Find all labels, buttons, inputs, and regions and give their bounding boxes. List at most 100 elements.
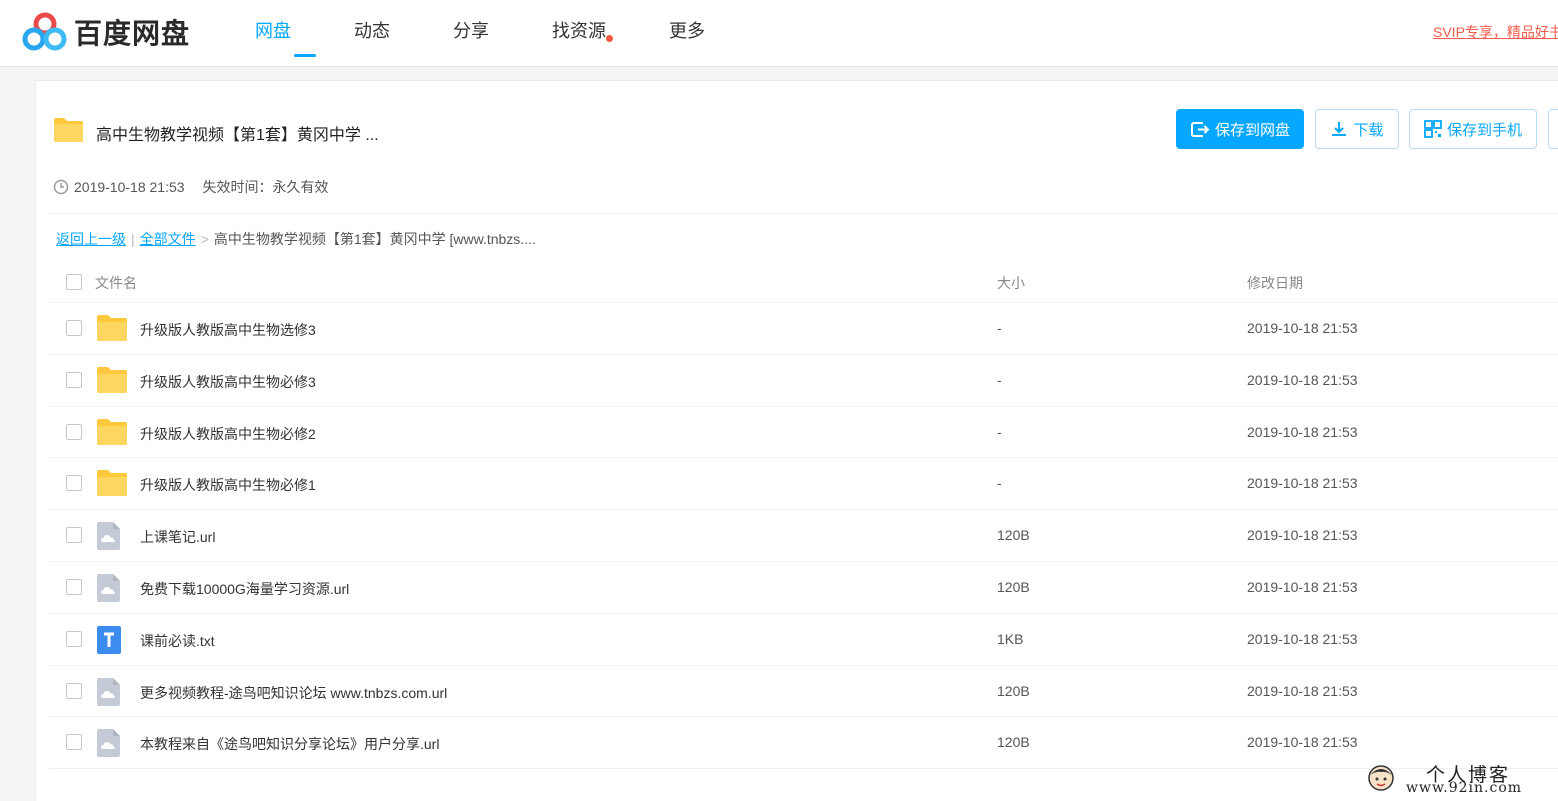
file-size: 120B	[997, 734, 1030, 751]
file-table-header: 文件名 大小 修改日期	[49, 259, 1558, 303]
cloud-logo-icon	[22, 12, 68, 52]
file-name[interactable]: 升级版人教版高中生物必修3	[140, 372, 316, 392]
folder-icon	[96, 366, 128, 396]
file-row[interactable]: 升级版人教版高中生物必修3 - 2019-10-18 21:53	[49, 355, 1558, 407]
download-button[interactable]: 下载	[1315, 109, 1399, 149]
row-checkbox[interactable]	[66, 475, 82, 492]
share-meta: 2019-10-18 21:53 失效时间：永久有效	[53, 177, 329, 197]
save-to-netdisk-button[interactable]: 保存到网盘	[1176, 109, 1304, 149]
url-file-icon	[96, 573, 128, 603]
row-checkbox[interactable]	[66, 578, 82, 595]
file-row[interactable]: 升级版人教版高中生物必修1 - 2019-10-18 21:53	[49, 458, 1558, 511]
all-files-link[interactable]: 全部文件	[140, 229, 196, 249]
divider	[49, 213, 1558, 214]
file-row[interactable]: 升级版人教版高中生物必修2 - 2019-10-18 21:53	[49, 407, 1558, 459]
breadcrumb-current: 高中生物教学视频【第1套】黄冈中学 [www.tnbzs....	[213, 231, 536, 247]
nav-label-text: 找资源	[552, 21, 606, 41]
nav-label: 网盘	[255, 21, 291, 41]
top-header: 百度网盘 网盘 动态 分享 找资源 更多 SVIP专享，精品好书	[0, 0, 1558, 67]
file-name[interactable]: 更多视频教程-途鸟吧知识论坛 www.tnbzs.com.url	[140, 683, 447, 703]
file-row[interactable]: 上课笔记.url 120B 2019-10-18 21:53	[49, 510, 1558, 562]
file-size: -	[997, 371, 1002, 388]
nav-item-share[interactable]: 分享	[453, 0, 552, 67]
file-date: 2019-10-18 21:53	[1247, 371, 1358, 388]
nav-item-activity[interactable]: 动态	[354, 0, 453, 67]
select-all-checkbox[interactable]	[66, 274, 82, 290]
svip-promo-link[interactable]: SVIP专享，精品好书	[1433, 22, 1558, 42]
download-icon	[1330, 120, 1348, 138]
row-checkbox[interactable]	[66, 423, 82, 440]
main-nav: 网盘 动态 分享 找资源 更多	[255, 0, 749, 67]
row-checkbox[interactable]	[66, 630, 82, 647]
file-size: 120B	[997, 682, 1030, 699]
url-file-icon	[96, 521, 128, 551]
nav-item-netdisk[interactable]: 网盘	[255, 0, 354, 67]
file-date: 2019-10-18 21:53	[1247, 320, 1358, 336]
folder-icon	[96, 314, 128, 344]
nav-item-more[interactable]: 更多	[669, 0, 749, 67]
file-date: 2019-10-18 21:53	[1247, 527, 1358, 544]
expire-time: 失效时间：永久有效	[202, 179, 329, 195]
file-name[interactable]: 免费下载10000G海量学习资源.url	[140, 579, 349, 599]
file-name[interactable]: 课前必读.txt	[140, 631, 215, 651]
nav-label: 分享	[453, 21, 489, 41]
folder-icon	[96, 418, 128, 448]
row-checkbox[interactable]	[66, 682, 82, 699]
save-icon	[1190, 120, 1210, 138]
file-date: 2019-10-18 21:53	[1247, 734, 1358, 751]
file-size: -	[997, 475, 1002, 492]
file-size: -	[997, 320, 1002, 336]
breadcrumb-separator: |	[131, 231, 135, 247]
row-checkbox[interactable]	[66, 527, 82, 544]
save-button-label: 保存到网盘	[1214, 121, 1290, 139]
file-row[interactable]: 升级版人教版高中生物选修3 - 2019-10-18 21:53	[49, 303, 1558, 355]
folder-icon	[53, 117, 84, 148]
file-name[interactable]: 升级版人教版高中生物必修2	[140, 424, 316, 444]
url-file-icon	[96, 728, 128, 758]
nav-label: 更多	[669, 21, 705, 41]
more-actions-button[interactable]	[1548, 109, 1558, 149]
column-header-size[interactable]: 大小	[997, 273, 1025, 293]
file-date: 2019-10-18 21:53	[1247, 682, 1358, 699]
watermark-url: www.92in.com	[1406, 780, 1523, 796]
file-date: 2019-10-18 21:53	[1247, 423, 1358, 440]
file-date: 2019-10-18 21:53	[1247, 475, 1358, 492]
qrcode-icon	[1424, 120, 1442, 138]
file-size: 120B	[997, 527, 1030, 544]
file-name[interactable]: 本教程来自《途鸟吧知识分享论坛》用户分享.url	[140, 734, 439, 754]
row-checkbox[interactable]	[66, 320, 82, 336]
file-name[interactable]: 上课笔记.url	[140, 527, 215, 547]
blog-watermark: 个人博客 www.92in.com	[1366, 760, 1546, 798]
file-row[interactable]: 本教程来自《途鸟吧知识分享论坛》用户分享.url 120B 2019-10-18 2…	[49, 717, 1558, 770]
nav-label: 找资源	[552, 21, 613, 42]
file-date: 2019-10-18 21:53	[1247, 630, 1358, 647]
file-name[interactable]: 升级版人教版高中生物选修3	[140, 320, 316, 340]
mascot-face-icon	[1366, 763, 1396, 793]
save-to-phone-label: 保存到手机	[1446, 121, 1522, 139]
file-row[interactable]: 更多视频教程-途鸟吧知识论坛 www.tnbzs.com.url 120B 2019…	[49, 666, 1558, 718]
share-created-time: 2019-10-18 21:53	[74, 179, 185, 195]
file-list: 升级版人教版高中生物选修3-2019-10-18 21:53 升级版人教版高中生物…	[49, 303, 1558, 770]
file-row[interactable]: 课前必读.txt 1KB 2019-10-18 21:53	[49, 614, 1558, 666]
share-header: 高中生物教学视频【第1套】黄冈中学 ...	[53, 117, 379, 148]
column-header-date[interactable]: 修改日期	[1247, 273, 1303, 293]
file-row[interactable]: 免费下载10000G海量学习资源.url 120B 2019-10-18 21:53	[49, 562, 1558, 614]
file-size: 120B	[997, 578, 1030, 595]
file-size: -	[997, 423, 1002, 440]
nav-label: 动态	[354, 21, 390, 41]
breadcrumb: 返回上一级 | 全部文件 > 高中生物教学视频【第1套】黄冈中学 [www.tn…	[56, 229, 536, 249]
back-link[interactable]: 返回上一级	[56, 229, 126, 249]
txt-file-icon	[96, 625, 128, 655]
clock-icon	[53, 179, 69, 195]
share-title: 高中生物教学视频【第1套】黄冈中学 ...	[96, 126, 379, 144]
share-panel: 高中生物教学视频【第1套】黄冈中学 ... 保存到网盘 下载 保存到手机 201…	[35, 80, 1558, 801]
breadcrumb-arrow: >	[200, 231, 209, 247]
file-name[interactable]: 升级版人教版高中生物必修1	[140, 475, 316, 495]
row-checkbox[interactable]	[66, 371, 82, 388]
save-to-phone-button[interactable]: 保存到手机	[1409, 109, 1537, 149]
row-checkbox[interactable]	[66, 734, 82, 751]
nav-item-find-resources[interactable]: 找资源	[552, 0, 669, 67]
column-header-name[interactable]: 文件名	[95, 273, 137, 293]
baidu-pan-logo[interactable]: 百度网盘	[22, 12, 190, 52]
file-size: 1KB	[997, 630, 1024, 647]
